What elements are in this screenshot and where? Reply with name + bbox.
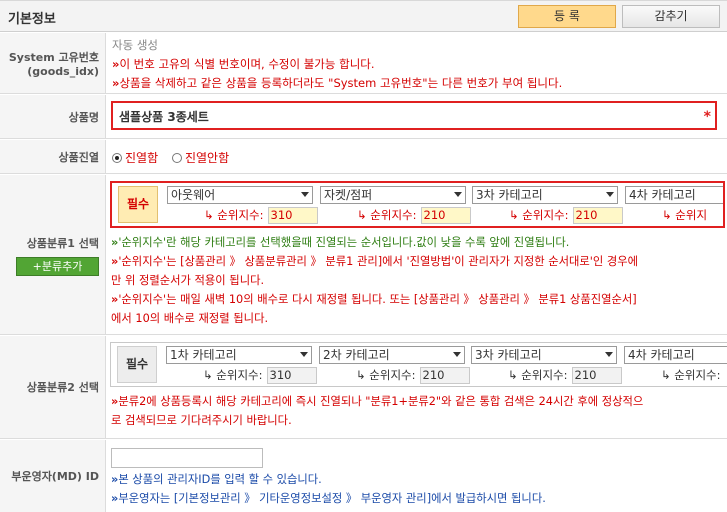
product-name-row: 상품명 샘플상품 3종세트 *: [0, 95, 727, 139]
return-arrow-icon: ↳: [203, 368, 213, 382]
category2-row: 상품분류2 선택 필수 1차 카테고리 2차 카테고리 3차 카테고리 4차 카…: [0, 336, 727, 439]
system-id-note: »이 번호 고유의 식별 번호이며, 수정이 불가능 합니다.: [112, 57, 375, 71]
md-notes: »본 상품의 관리자ID를 입력 할 수 있습니다. »부운영자는 [기본정보관…: [111, 473, 546, 505]
chevron-down-icon: [300, 352, 308, 357]
product-name-input[interactable]: 샘플상품 3종세트 *: [111, 101, 717, 130]
required-star: *: [703, 109, 711, 125]
chevron-down-icon: [606, 192, 614, 197]
category2-label: 상품분류2 선택: [0, 336, 106, 438]
category2-notes: »분류2에 상품등록시 해당 카테고리에 즉시 진열되나 "분류1+분류2"와 …: [111, 395, 644, 427]
category1-select-3[interactable]: 3차 카테고리: [472, 186, 618, 204]
category1-row: 상품분류1 선택 +분류추가 필수 아웃웨어 자켓/점퍼 3차 카테고리 4차 …: [0, 175, 727, 335]
register-button[interactable]: 등 록: [518, 5, 616, 28]
display-row: 상품진열 진열함 진열안함: [0, 140, 727, 174]
chevron-down-icon: [301, 192, 309, 197]
category1-notes: »'순위지수'란 해당 카테고리를 선택했을때 진열되는 순서입니다.값이 낮을…: [111, 236, 639, 325]
category1-label: 상품분류1 선택: [0, 175, 106, 334]
radio-unchecked-icon: [171, 153, 182, 163]
required-badge: 필수: [118, 186, 158, 223]
product-name-label: 상품명: [0, 95, 106, 138]
category2-select-1[interactable]: 1차 카테고리: [166, 346, 312, 364]
category1-select-2[interactable]: 자켓/점퍼: [320, 186, 466, 204]
rank-input[interactable]: 210: [419, 367, 470, 384]
required-badge: 필수: [117, 346, 157, 383]
return-arrow-icon: ↳: [357, 208, 367, 222]
chevron-down-icon: [605, 352, 613, 357]
radio-checked-icon: [112, 153, 122, 163]
system-id-label: System 고유번호 (goods_idx): [0, 33, 106, 93]
category1-select-4[interactable]: 4차 카테고리: [625, 186, 723, 204]
rank-field: ↳ 순위지수: 210: [508, 366, 622, 384]
rank-field: ↳ 순위지수: 210: [356, 366, 470, 384]
hide-button[interactable]: 감추기: [622, 5, 720, 28]
rank-field: ↳ 순위지수:: [661, 368, 721, 382]
category2-select-4[interactable]: 4차 카테고리: [624, 346, 727, 364]
return-arrow-icon: ↳: [662, 208, 672, 222]
chevron-down-icon: [454, 192, 462, 197]
category2-box: 필수 1차 카테고리 2차 카테고리 3차 카테고리 4차 카테고리 ↳ 순위지…: [110, 342, 727, 387]
category1-select-1[interactable]: 아웃웨어: [167, 186, 313, 204]
rank-input[interactable]: 210: [420, 207, 471, 224]
rank-input[interactable]: 210: [571, 367, 622, 384]
md-label: 부운영자(MD) ID: [0, 440, 106, 512]
display-label: 상품진열: [0, 140, 106, 173]
chevron-down-icon: [453, 352, 461, 357]
system-id-value: 자동 생성: [112, 38, 158, 52]
return-arrow-icon: ↳: [356, 368, 366, 382]
return-arrow-icon: ↳: [508, 368, 518, 382]
rank-input[interactable]: 210: [572, 207, 623, 224]
section-title: 기본정보: [8, 12, 56, 27]
display-option-off[interactable]: 진열안함: [171, 151, 229, 165]
return-arrow-icon: ↳: [509, 208, 519, 222]
add-category-button[interactable]: +분류추가: [16, 257, 99, 276]
return-arrow-icon: ↳: [204, 208, 214, 222]
rank-field: ↳ 순위지수: 210: [357, 206, 471, 224]
rank-field: ↳ 순위지수:: [662, 208, 708, 222]
category2-select-3[interactable]: 3차 카테고리: [471, 346, 617, 364]
rank-field: ↳ 순위지수: 310: [204, 206, 318, 224]
return-arrow-icon: ↳: [661, 368, 671, 382]
display-option-on[interactable]: 진열함: [112, 151, 158, 165]
rank-field: ↳ 순위지수: 210: [509, 206, 623, 224]
category2-select-2[interactable]: 2차 카테고리: [319, 346, 465, 364]
rank-field: ↳ 순위지수: 310: [203, 366, 317, 384]
rank-input[interactable]: 310: [267, 207, 318, 224]
md-row: 부운영자(MD) ID »본 상품의 관리자ID를 입력 할 수 있습니다. »…: [0, 440, 727, 512]
rank-input[interactable]: 310: [266, 367, 317, 384]
section-header: 기본정보 등 록 감추기: [0, 0, 727, 32]
system-id-row: System 고유번호 (goods_idx) 자동 생성 »이 번호 고유의 …: [0, 33, 727, 94]
system-id-note: »상품을 삭제하고 같은 상품을 등록하더라도 "System 고유번호"는 다…: [112, 76, 563, 90]
md-id-input[interactable]: [111, 448, 263, 468]
category1-box: 필수 아웃웨어 자켓/점퍼 3차 카테고리 4차 카테고리 ↳ 순위지수: 310…: [110, 181, 725, 228]
